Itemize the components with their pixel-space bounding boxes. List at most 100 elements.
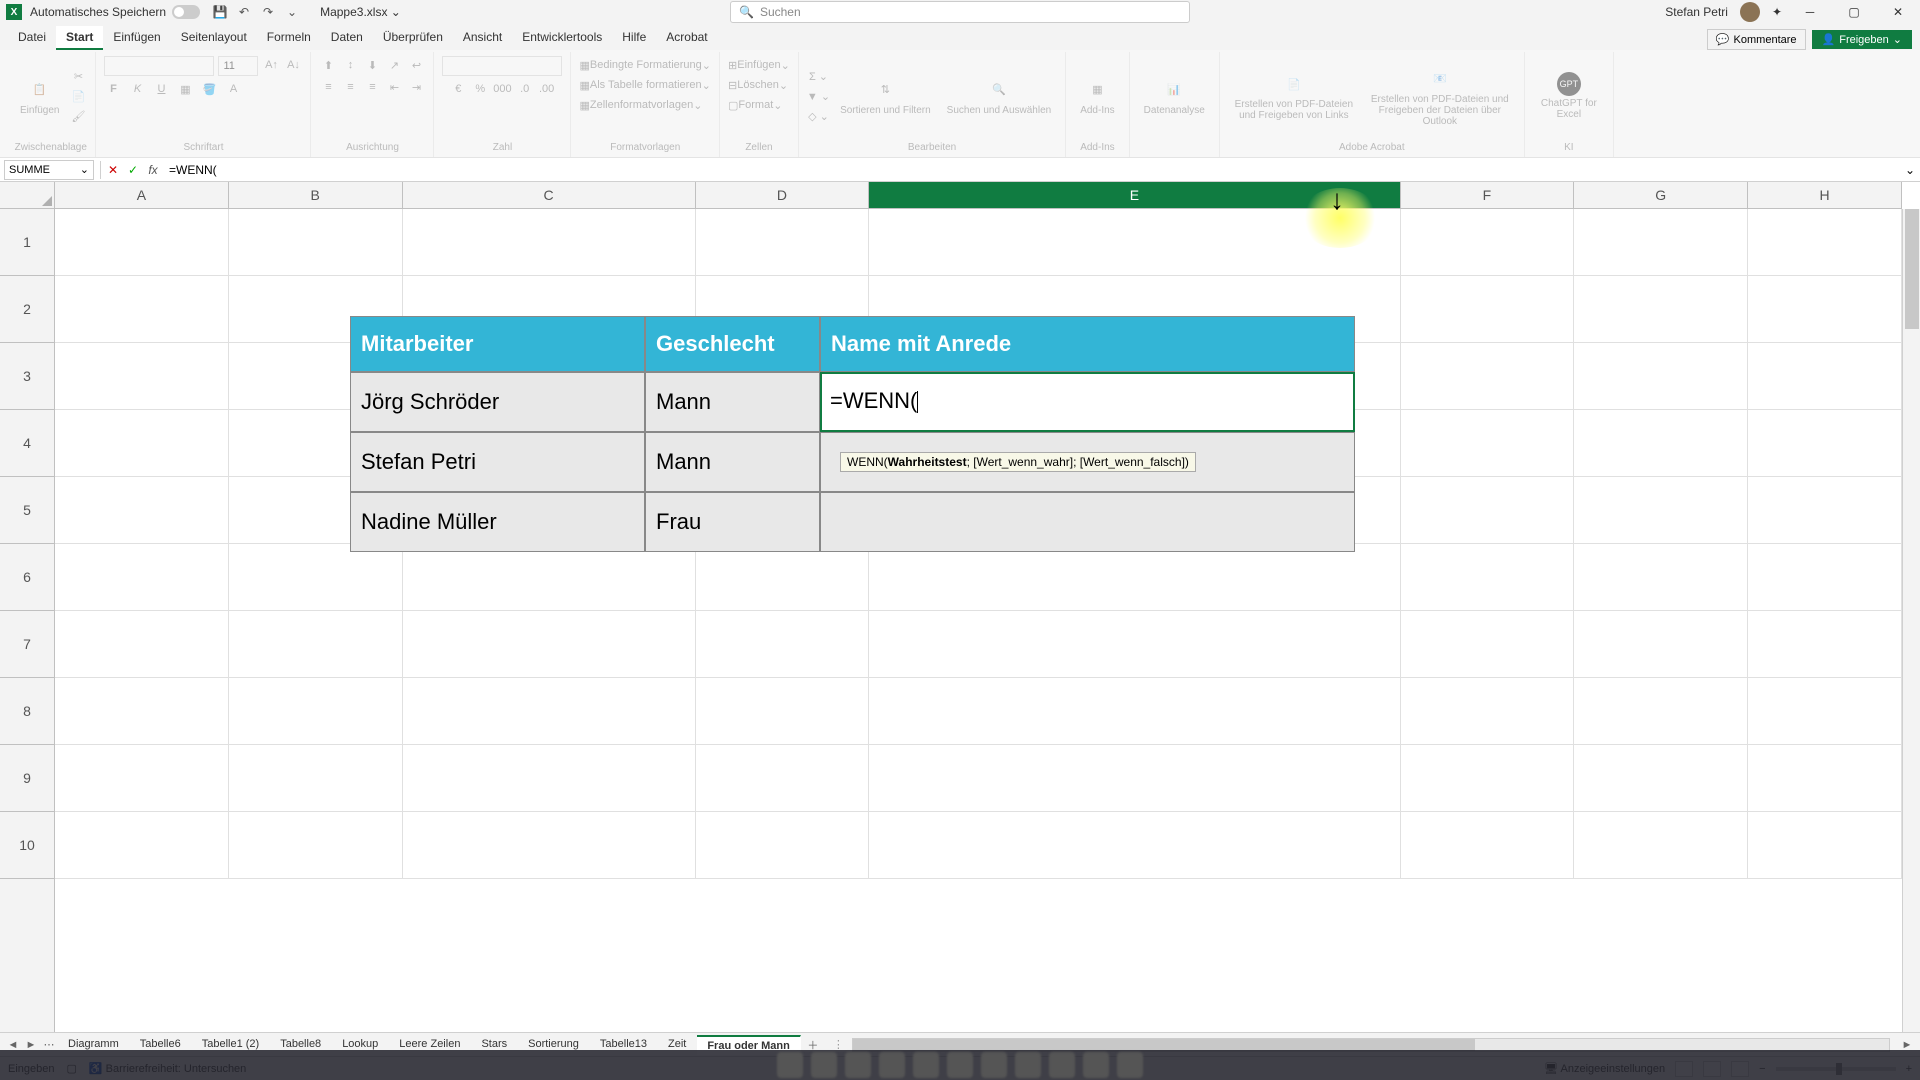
- table-header-mitarbeiter[interactable]: Mitarbeiter: [350, 316, 645, 372]
- number-format-select[interactable]: [442, 56, 562, 76]
- align-top-icon[interactable]: ⬆: [319, 56, 337, 74]
- row-header-10[interactable]: 10: [0, 812, 54, 879]
- autosum-icon[interactable]: Σ ⌄: [807, 67, 830, 85]
- comments-button[interactable]: 💬 Kommentare: [1707, 29, 1806, 50]
- currency-icon[interactable]: €: [449, 80, 467, 98]
- task-icon[interactable]: [947, 1052, 973, 1078]
- align-middle-icon[interactable]: ↕: [341, 56, 359, 74]
- ribbon-tab-formeln[interactable]: Formeln: [257, 26, 321, 50]
- editing-cell[interactable]: =WENN(: [820, 372, 1355, 432]
- column-header-B[interactable]: B: [229, 182, 403, 208]
- italic-icon[interactable]: K: [128, 80, 146, 98]
- pdf-outlook-button[interactable]: 📧 Erstellen von PDF-Dateien und Freigebe…: [1364, 64, 1516, 129]
- row-header-5[interactable]: 5: [0, 477, 54, 544]
- task-icon[interactable]: [913, 1052, 939, 1078]
- task-icon[interactable]: [845, 1052, 871, 1078]
- function-tooltip[interactable]: WENN(Wahrheitstest; [Wert_wenn_wahr]; [W…: [840, 452, 1196, 472]
- ribbon-tab-daten[interactable]: Daten: [321, 26, 373, 50]
- row-header-3[interactable]: 3: [0, 343, 54, 410]
- ribbon-tab-seitenlayout[interactable]: Seitenlayout: [171, 26, 257, 50]
- tab-next-icon[interactable]: ►: [22, 1039, 40, 1051]
- toggle-icon[interactable]: [172, 5, 200, 19]
- table-cell-name[interactable]: Stefan Petri: [350, 432, 645, 492]
- task-icon[interactable]: [811, 1052, 837, 1078]
- column-header-D[interactable]: D: [696, 182, 870, 208]
- column-header-E[interactable]: E: [869, 182, 1400, 208]
- ribbon-tab-datei[interactable]: Datei: [8, 26, 56, 50]
- bold-icon[interactable]: F: [104, 80, 122, 98]
- align-left-icon[interactable]: ≡: [319, 78, 337, 96]
- user-name[interactable]: Stefan Petri: [1665, 5, 1728, 19]
- table-cell-gender[interactable]: Mann: [645, 432, 820, 492]
- avatar-icon[interactable]: [1740, 2, 1760, 22]
- table-cell-gender[interactable]: Frau: [645, 492, 820, 552]
- column-header-A[interactable]: A: [55, 182, 229, 208]
- row-header-7[interactable]: 7: [0, 611, 54, 678]
- hscroll-thumb[interactable]: [853, 1039, 1475, 1051]
- font-family-input[interactable]: [104, 56, 214, 76]
- hscroll-right-icon[interactable]: ►: [1898, 1039, 1916, 1051]
- task-icon[interactable]: [981, 1052, 1007, 1078]
- task-icon[interactable]: [1049, 1052, 1075, 1078]
- wrap-text-icon[interactable]: ↩: [407, 56, 425, 74]
- ribbon-tab-start[interactable]: Start: [56, 26, 103, 50]
- ribbon-tab-einfügen[interactable]: Einfügen: [103, 26, 170, 50]
- autosave-toggle[interactable]: Automatisches Speichern: [30, 5, 200, 19]
- column-header-C[interactable]: C: [403, 182, 696, 208]
- task-icon[interactable]: [1117, 1052, 1143, 1078]
- expand-formula-icon[interactable]: ⌄: [1900, 160, 1920, 180]
- task-icon[interactable]: [777, 1052, 803, 1078]
- formula-input[interactable]: =WENN(: [163, 163, 1900, 177]
- table-cell-name[interactable]: Nadine Müller: [350, 492, 645, 552]
- orientation-icon[interactable]: ↗: [385, 56, 403, 74]
- thousands-icon[interactable]: 000: [493, 80, 511, 98]
- border-icon[interactable]: ▦: [176, 80, 194, 98]
- percent-icon[interactable]: %: [471, 80, 489, 98]
- increase-font-icon[interactable]: A↑: [262, 56, 280, 74]
- vertical-scrollbar[interactable]: [1902, 209, 1920, 1032]
- clear-icon[interactable]: ◇ ⌄: [807, 107, 830, 125]
- format-painter-icon[interactable]: 🖌: [69, 107, 87, 125]
- sync-icon[interactable]: ✦: [1772, 5, 1782, 19]
- accept-formula-button[interactable]: ✓: [123, 160, 143, 180]
- delete-cells-button[interactable]: ⊟ Löschen ⌄: [728, 76, 788, 94]
- font-color-icon[interactable]: A: [224, 80, 242, 98]
- cell-styles-button[interactable]: ▦ Zellenformatvorlagen ⌄: [579, 96, 702, 114]
- redo-icon[interactable]: ↷: [260, 4, 276, 20]
- row-header-9[interactable]: 9: [0, 745, 54, 812]
- ribbon-tab-acrobat[interactable]: Acrobat: [656, 26, 717, 50]
- name-box[interactable]: SUMME⌄: [4, 160, 94, 180]
- decimal-inc-icon[interactable]: .0: [516, 80, 534, 98]
- row-header-1[interactable]: 1: [0, 209, 54, 276]
- task-icon[interactable]: [1083, 1052, 1109, 1078]
- close-button[interactable]: ✕: [1882, 2, 1914, 22]
- document-name[interactable]: Mappe3.xlsx ⌄: [320, 5, 401, 19]
- share-button[interactable]: 👤 Freigeben ⌄: [1812, 30, 1912, 49]
- font-size-input[interactable]: [218, 56, 258, 76]
- ribbon-tab-hilfe[interactable]: Hilfe: [612, 26, 656, 50]
- cancel-formula-button[interactable]: ✕: [103, 160, 123, 180]
- pdf-links-button[interactable]: 📄 Erstellen von PDF-Dateien und Freigebe…: [1228, 69, 1360, 123]
- fill-color-icon[interactable]: 🪣: [200, 80, 218, 98]
- task-icon[interactable]: [879, 1052, 905, 1078]
- format-as-table-button[interactable]: ▦ Als Tabelle formatieren ⌄: [579, 76, 710, 94]
- column-header-H[interactable]: H: [1748, 182, 1902, 208]
- align-bottom-icon[interactable]: ⬇: [363, 56, 381, 74]
- task-icon[interactable]: [1015, 1052, 1041, 1078]
- vscroll-thumb[interactable]: [1905, 209, 1919, 329]
- ribbon-tab-überprüfen[interactable]: Überprüfen: [373, 26, 453, 50]
- fill-icon[interactable]: ▼ ⌄: [807, 87, 830, 105]
- addins-button[interactable]: ▦ Add-Ins: [1074, 75, 1120, 118]
- tab-prev-icon[interactable]: ◄: [4, 1039, 22, 1051]
- table-header-anrede[interactable]: Name mit Anrede: [820, 316, 1355, 372]
- save-icon[interactable]: 💾: [212, 4, 228, 20]
- insert-cells-button[interactable]: ⊞ Einfügen ⌄: [728, 56, 790, 74]
- data-analysis-button[interactable]: 📊 Datenanalyse: [1138, 75, 1211, 118]
- chatgpt-button[interactable]: GPT ChatGPT for Excel: [1533, 70, 1605, 122]
- select-all-button[interactable]: [0, 182, 55, 209]
- qat-dropdown-icon[interactable]: ⌄: [284, 4, 300, 20]
- decrease-font-icon[interactable]: A↓: [284, 56, 302, 74]
- maximize-button[interactable]: ▢: [1838, 2, 1870, 22]
- table-cell-name[interactable]: Jörg Schröder: [350, 372, 645, 432]
- undo-icon[interactable]: ↶: [236, 4, 252, 20]
